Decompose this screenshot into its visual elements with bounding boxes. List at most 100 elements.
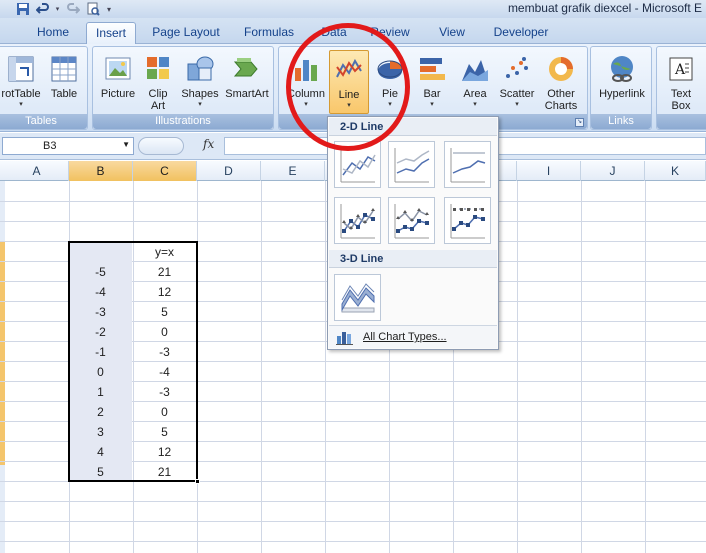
percent-stacked-line-markers-thumb-icon <box>450 204 485 239</box>
picture-label: Picture <box>100 88 136 100</box>
scatter-chart-button[interactable]: Scatter ▾ <box>497 50 537 114</box>
line-chart-thumb-icon <box>340 148 376 183</box>
picture-icon <box>97 50 139 84</box>
group-tables: rotTable ▾ Table Tables <box>0 46 88 130</box>
pivottable-icon <box>0 50 43 84</box>
column-header-a[interactable]: A <box>5 161 69 181</box>
group-links: Hyperlink Links <box>590 46 652 130</box>
column-header-c[interactable]: C <box>133 161 197 181</box>
customize-qat-icon[interactable]: ▾ <box>104 1 114 17</box>
stacked-line-with-markers-option[interactable] <box>388 197 435 244</box>
tab-home[interactable]: Home <box>30 22 76 44</box>
title-bar: ▾ ▾ membuat grafik diexcel - Microsoft E <box>0 0 706 18</box>
table-button[interactable]: Table <box>45 50 83 114</box>
name-box[interactable]: B3 ▼ <box>2 137 134 155</box>
gridline <box>581 181 582 553</box>
picture-button[interactable]: Picture <box>97 50 139 114</box>
fill-handle[interactable] <box>195 479 200 484</box>
insert-function-icon[interactable]: fx <box>203 137 214 151</box>
other-charts-button[interactable]: Other Charts▾ <box>539 50 583 120</box>
chart-types-icon <box>336 330 354 348</box>
quick-access-toolbar: ▾ ▾ <box>14 0 114 18</box>
area-label: Area <box>463 88 487 100</box>
bar-label: Bar <box>423 88 441 100</box>
gridline <box>325 181 326 553</box>
shapes-icon <box>179 50 221 84</box>
gridline <box>0 501 706 502</box>
window-title: membuat grafik diexcel - Microsoft E <box>507 1 702 15</box>
ribbon-tabs: Home Insert Page Layout Formulas Data Re… <box>0 18 706 44</box>
name-box-dropdown-icon[interactable]: ▼ <box>122 140 130 149</box>
text-box-button[interactable]: A Text Box <box>659 50 703 114</box>
selection-border <box>68 241 198 482</box>
scatter-label: Scatter <box>499 88 535 100</box>
tab-page-layout[interactable]: Page Layout <box>148 22 224 44</box>
pie-chart-icon <box>371 50 409 84</box>
100-stacked-line-chart-option[interactable] <box>444 141 491 188</box>
column-header-b[interactable]: B <box>69 161 133 181</box>
area-chart-button[interactable]: Area ▾ <box>455 50 495 114</box>
column-header-k[interactable]: K <box>645 161 706 181</box>
pie-chart-button[interactable]: Pie ▾ <box>371 50 409 114</box>
bar-chart-icon <box>413 50 451 84</box>
line-chart-button[interactable]: Line ▾ <box>329 50 369 114</box>
column-chart-button[interactable]: Column ▾ <box>285 50 327 114</box>
line-markers-thumb-icon <box>340 204 375 239</box>
clip-art-label: Clip Art <box>148 88 168 112</box>
gridline <box>645 181 646 553</box>
svg-text:A: A <box>674 62 686 78</box>
clip-art-icon <box>141 50 175 84</box>
hyperlink-icon <box>594 50 650 84</box>
print-preview-icon[interactable] <box>84 1 101 17</box>
undo-icon[interactable] <box>34 1 51 17</box>
line-label: Line <box>338 89 360 101</box>
pivottable-button[interactable]: rotTable ▾ <box>0 50 43 114</box>
formula-bar-expand-control[interactable] <box>138 137 184 155</box>
charts-dialog-launcher[interactable]: ↘ <box>575 118 584 127</box>
tab-developer[interactable]: Developer <box>486 22 556 44</box>
shapes-button[interactable]: Shapes ▾ <box>179 50 221 114</box>
3d-line-chart-option[interactable] <box>334 274 381 321</box>
hyperlink-button[interactable]: Hyperlink <box>594 50 650 114</box>
column-header-j[interactable]: J <box>581 161 645 181</box>
tab-data[interactable]: Data <box>314 22 354 44</box>
group-label-illustrations: Illustrations <box>93 114 273 129</box>
tab-formulas[interactable]: Formulas <box>238 22 300 44</box>
stacked-line-chart-option[interactable] <box>388 141 435 188</box>
100-stacked-line-with-markers-option[interactable] <box>444 197 491 244</box>
column-label: Column <box>287 88 325 100</box>
tab-view[interactable]: View <box>430 22 474 44</box>
stacked-line-markers-thumb-icon <box>394 204 429 239</box>
column-header-d[interactable]: D <box>197 161 261 181</box>
group-label-text <box>657 114 706 129</box>
tab-insert[interactable]: Insert <box>86 22 136 44</box>
bar-chart-button[interactable]: Bar ▾ <box>413 50 451 114</box>
line-chart-icon <box>330 51 368 85</box>
group-illustrations: Picture Clip Art Shapes ▾ SmartArt Illust… <box>92 46 274 130</box>
all-chart-types-label: All Chart Types... <box>363 331 447 343</box>
smartart-button[interactable]: SmartArt <box>223 50 271 114</box>
group-text: A Text Box <box>656 46 706 130</box>
save-icon[interactable] <box>14 1 31 17</box>
pivottable-label: rotTable <box>1 88 41 100</box>
name-box-value: B3 <box>43 140 57 152</box>
column-header-e[interactable]: E <box>261 161 325 181</box>
table-icon <box>45 50 83 84</box>
gridline <box>0 521 706 522</box>
smartart-icon <box>223 50 271 84</box>
text-box-icon: A <box>659 50 703 84</box>
pie-label: Pie <box>382 88 398 100</box>
tab-review[interactable]: Review <box>364 22 416 44</box>
text-box-label: Text Box <box>670 88 692 112</box>
line-with-markers-option[interactable] <box>334 197 381 244</box>
row-header-selection <box>0 242 5 465</box>
section-header-2d-line: 2-D Line <box>329 118 497 136</box>
section-header-3d-line: 3-D Line <box>329 250 497 268</box>
column-header-i[interactable]: I <box>517 161 581 181</box>
all-chart-types-button[interactable]: All Chart Types... <box>329 325 497 348</box>
redo-icon[interactable] <box>64 1 81 17</box>
undo-dropdown-icon[interactable]: ▾ <box>54 1 61 17</box>
line-chart-option[interactable] <box>334 141 381 188</box>
hyperlink-label: Hyperlink <box>599 88 645 100</box>
clip-art-button[interactable]: Clip Art <box>141 50 175 114</box>
